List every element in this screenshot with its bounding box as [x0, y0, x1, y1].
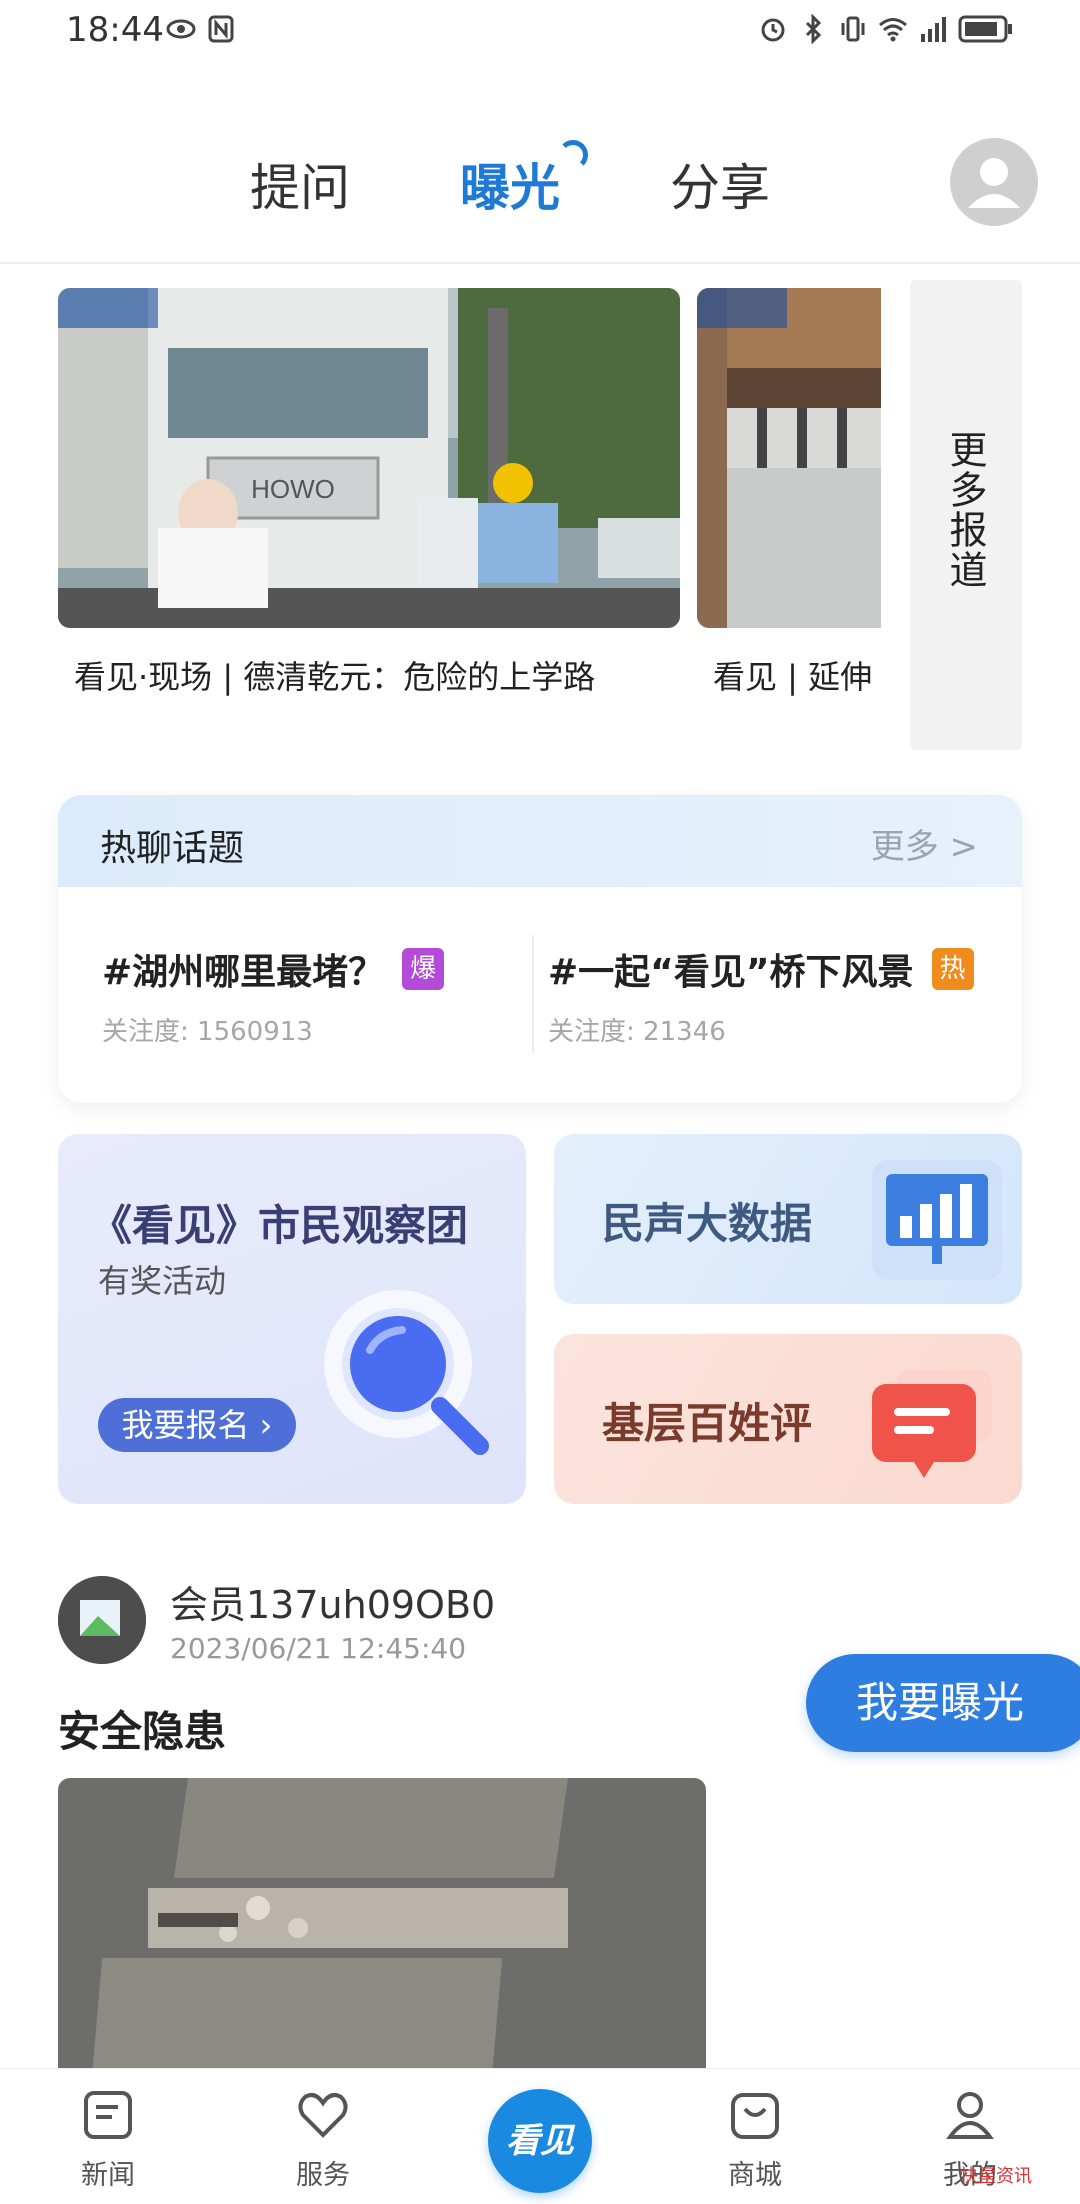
nav-mall-label: 商城 — [728, 2160, 782, 2191]
status-bar: 18:44 — [0, 0, 1080, 64]
card-image-truck: HOWO — [58, 288, 680, 628]
public-opinion-data-card[interactable]: 民声大数据 — [554, 1134, 1022, 1304]
observer-group-card[interactable]: 《看见》市民观察团 有奖活动 我要报名 › — [58, 1134, 526, 1504]
topic-name: #一起“看见”桥下风景 — [548, 952, 914, 993]
news-icon — [84, 2091, 132, 2139]
divider — [0, 262, 1080, 264]
alarm-icon — [761, 18, 785, 42]
tab-share[interactable]: 分享 — [670, 148, 770, 220]
tab-expose[interactable]: 曝光 — [460, 148, 560, 220]
magnifier-icon — [324, 1290, 489, 1455]
nfc-icon — [208, 15, 234, 43]
nav-service[interactable]: 服务 — [263, 2087, 383, 2192]
card-title: 看见·现场 | 德清乾元：危险的上学路 — [74, 658, 596, 696]
watermark: 快星资讯 — [960, 2166, 1032, 2187]
nav-kanjian[interactable]: 看见 — [488, 2089, 592, 2193]
more-reports-label: 更多报道 — [943, 430, 987, 590]
vibrate-icon — [841, 16, 865, 42]
tab-ask[interactable]: 提问 — [250, 148, 350, 220]
news-carousel: HOWO 看见·现场 | 德清乾元：危险的上学路 看见 | 延伸 更多报道 — [0, 280, 1080, 750]
expose-button[interactable]: 我要曝光 — [806, 1654, 1080, 1752]
bluetooth-icon — [805, 14, 822, 44]
topic-stat: 关注度: 1560913 — [102, 1017, 313, 1047]
person-icon — [946, 2092, 994, 2139]
eye-icon — [166, 19, 196, 39]
user-silhouette-icon — [952, 140, 1036, 224]
image-placeholder-icon — [58, 1576, 146, 1664]
observer-group-title: 《看见》市民观察团 — [90, 1201, 469, 1250]
bar-chart-icon — [872, 1160, 1002, 1280]
shopping-bag-icon — [731, 2093, 779, 2139]
battery-icon — [958, 15, 1012, 43]
signal-icon — [921, 17, 946, 42]
wifi-icon — [879, 18, 907, 42]
grassroots-review-card[interactable]: 基层百姓评 — [554, 1334, 1022, 1504]
topic-stat: 关注度: 21346 — [548, 1017, 726, 1047]
topic-item[interactable]: #湖州哪里最堵？ 爆 关注度: 1560913 — [102, 943, 445, 1048]
post-username[interactable]: 会员137uh09OB0 — [170, 1574, 495, 1629]
card-image-building — [697, 288, 881, 628]
truck-brand-text: HOWO — [251, 474, 335, 504]
hot-topics-panel: 热聊话题 更多 > #湖州哪里最堵？ 爆 关注度: 1560913 #一起“看见… — [58, 795, 1022, 1103]
public-opinion-data-label: 民声大数据 — [602, 1199, 813, 1248]
post-image-manhole[interactable] — [58, 1778, 706, 2068]
heart-icon — [298, 2093, 348, 2138]
top-tab-bar: 提问 曝光 分享 — [0, 110, 1080, 260]
loading-arc-icon — [558, 140, 588, 170]
carousel-card[interactable]: 看见 | 延伸 — [697, 288, 881, 698]
profile-avatar[interactable] — [950, 138, 1038, 226]
nav-news-label: 新闻 — [81, 2160, 135, 2191]
grassroots-review-label: 基层百姓评 — [602, 1399, 813, 1448]
carousel-card[interactable]: HOWO 看见·现场 | 德清乾元：危险的上学路 — [58, 288, 680, 698]
hot-topics-more-link[interactable]: 更多 > — [871, 819, 978, 868]
bottom-nav: 新闻 服务 看见 商城 我的 — [0, 2068, 1080, 2204]
nav-mall[interactable]: 商城 — [695, 2087, 815, 2192]
hot-topics-title: 热聊话题 — [100, 828, 245, 869]
post-avatar[interactable] — [58, 1576, 146, 1664]
observer-group-subtitle: 有奖活动 — [98, 1262, 227, 1300]
more-reports-button[interactable]: 更多报道 — [910, 280, 1022, 750]
topic-badge: 热 — [931, 948, 974, 990]
card-title: 看见 | 延伸 — [713, 658, 873, 696]
nav-news[interactable]: 新闻 — [48, 2087, 168, 2192]
topic-name: #湖州哪里最堵？ — [102, 952, 385, 993]
post-title[interactable]: 安全隐患 — [58, 1698, 226, 1759]
topic-item[interactable]: #一起“看见”桥下风景 热 关注度: 21346 — [548, 943, 1022, 1048]
status-time: 18:44 — [66, 10, 164, 50]
signup-button[interactable]: 我要报名 › — [98, 1398, 296, 1452]
divider — [532, 935, 534, 1053]
chat-bubble-icon — [872, 1370, 992, 1478]
nav-service-label: 服务 — [296, 2160, 350, 2191]
topic-badge: 爆 — [402, 948, 445, 990]
post-timestamp: 2023/06/21 12:45:40 — [170, 1632, 467, 1665]
